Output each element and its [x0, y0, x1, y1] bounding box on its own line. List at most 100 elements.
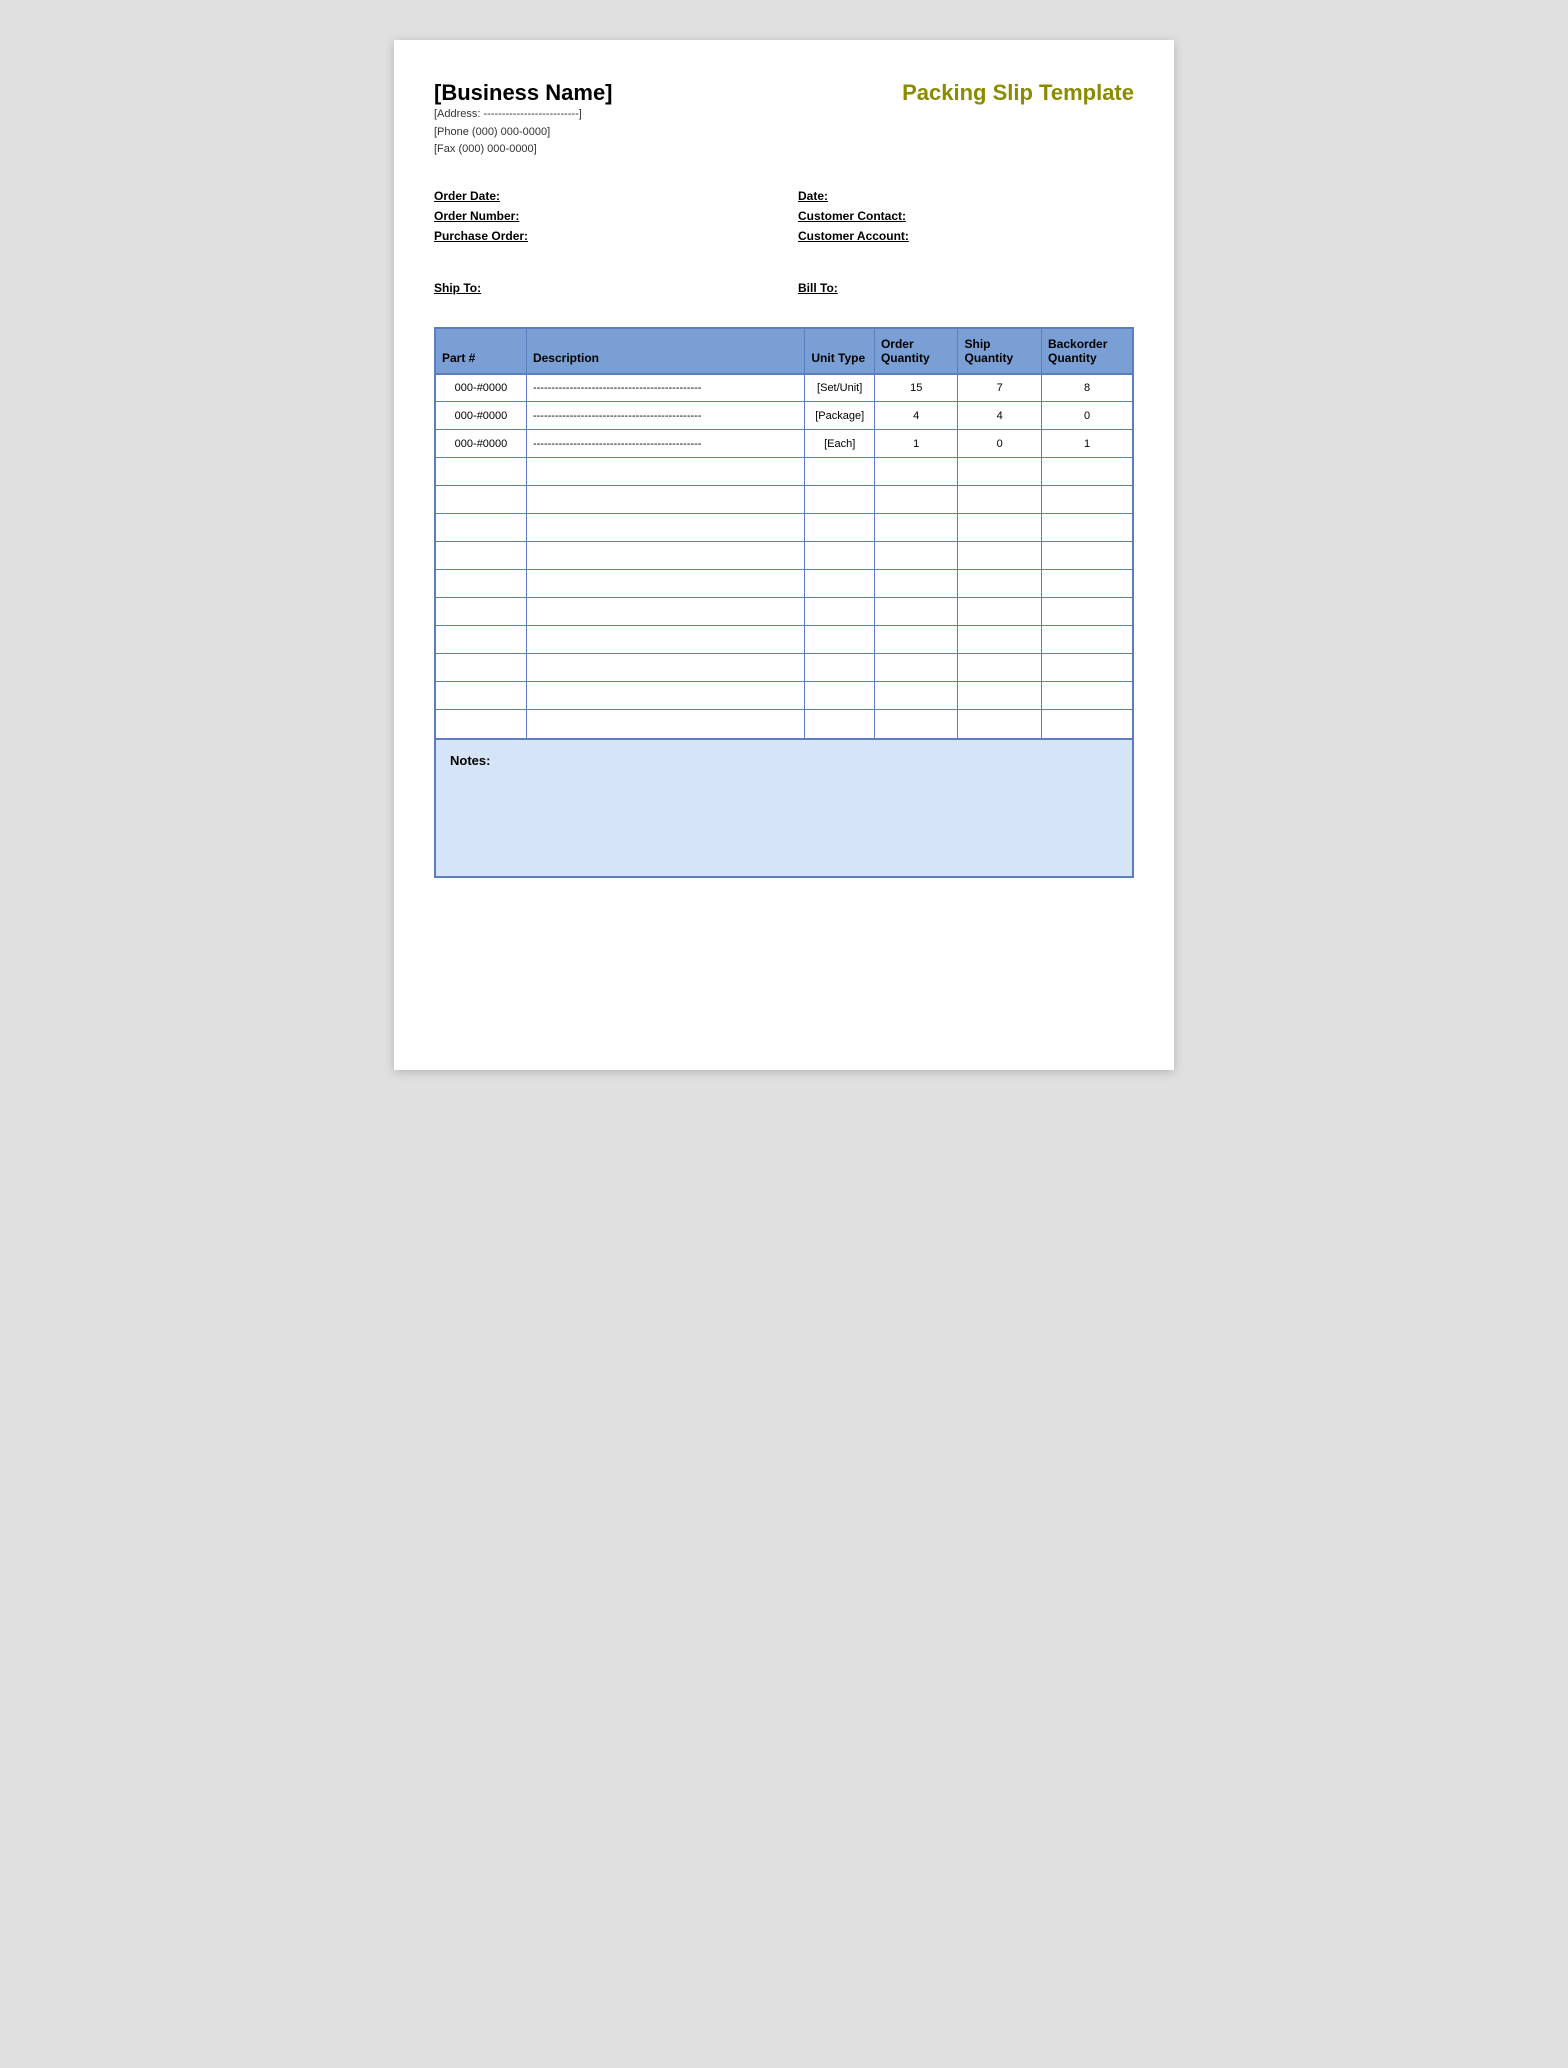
- cell-backorder-qty: [1042, 570, 1133, 598]
- cell-description: [526, 458, 804, 486]
- cell-backorder-qty: 0: [1042, 402, 1133, 430]
- purchase-order-label: Purchase Order:: [434, 229, 528, 243]
- cell-ship-qty: [958, 626, 1042, 654]
- table-row: 000-#0000 ------------------------------…: [436, 430, 1132, 458]
- cell-part: [436, 486, 526, 514]
- notes-label: Notes:: [450, 753, 490, 768]
- cell-description: ----------------------------------------…: [526, 402, 804, 430]
- cell-order-qty: [874, 626, 958, 654]
- order-number-label: Order Number:: [434, 209, 519, 223]
- cell-ship-qty: [958, 514, 1042, 542]
- cell-unit-type: [805, 682, 875, 710]
- col-header-description: Description: [526, 329, 804, 374]
- cell-unit-type: [805, 598, 875, 626]
- ship-to-col: Ship To:: [434, 279, 770, 297]
- cell-unit-type: [Set/Unit]: [805, 374, 875, 402]
- business-address: [Address: --------------------------]: [434, 106, 613, 124]
- cell-ship-qty: [958, 654, 1042, 682]
- cell-order-qty: [874, 514, 958, 542]
- page-title: Packing Slip Template: [902, 80, 1134, 106]
- cell-description: ----------------------------------------…: [526, 430, 804, 458]
- table-header-row: Part # Description Unit Type Order Quant…: [436, 329, 1132, 374]
- cell-part: [436, 654, 526, 682]
- cell-backorder-qty: [1042, 458, 1133, 486]
- cell-order-qty: 15: [874, 374, 958, 402]
- cell-ship-qty: [958, 598, 1042, 626]
- customer-account-row: Customer Account:: [798, 229, 1134, 243]
- cell-backorder-qty: [1042, 486, 1133, 514]
- cell-description: [526, 514, 804, 542]
- cell-description: [526, 654, 804, 682]
- cell-order-qty: [874, 682, 958, 710]
- table-row: [436, 458, 1132, 486]
- cell-part: 000-#0000: [436, 402, 526, 430]
- cell-part: 000-#0000: [436, 430, 526, 458]
- date-label: Date:: [798, 189, 828, 203]
- cell-part: 000-#0000: [436, 374, 526, 402]
- cell-part: [436, 458, 526, 486]
- business-info: [Business Name] [Address: --------------…: [434, 80, 613, 159]
- cell-unit-type: [805, 514, 875, 542]
- order-info-right: Date: Customer Contact: Customer Account…: [798, 189, 1134, 249]
- table-row: 000-#0000 ------------------------------…: [436, 402, 1132, 430]
- table-row: [436, 710, 1132, 738]
- table-row: [436, 598, 1132, 626]
- col-header-backorder-qty: Backorder Quantity: [1042, 329, 1133, 374]
- purchase-order-row: Purchase Order:: [434, 229, 770, 243]
- cell-order-qty: 4: [874, 402, 958, 430]
- cell-description: [526, 598, 804, 626]
- table-row: [436, 514, 1132, 542]
- cell-ship-qty: [958, 682, 1042, 710]
- cell-order-qty: [874, 598, 958, 626]
- cell-backorder-qty: [1042, 514, 1133, 542]
- table-row: [436, 654, 1132, 682]
- col-header-unit-type: Unit Type: [805, 329, 875, 374]
- cell-unit-type: [Package]: [805, 402, 875, 430]
- order-date-label: Order Date:: [434, 189, 500, 203]
- cell-backorder-qty: [1042, 654, 1133, 682]
- table-row: [436, 682, 1132, 710]
- col-header-part: Part #: [436, 329, 526, 374]
- table-body: 000-#0000 ------------------------------…: [436, 374, 1132, 738]
- cell-unit-type: [Each]: [805, 430, 875, 458]
- cell-part: [436, 682, 526, 710]
- notes-section: Notes:: [434, 738, 1134, 878]
- cell-unit-type: [805, 654, 875, 682]
- cell-backorder-qty: [1042, 626, 1133, 654]
- cell-ship-qty: 0: [958, 430, 1042, 458]
- table-row: [436, 570, 1132, 598]
- customer-contact-row: Customer Contact:: [798, 209, 1134, 223]
- order-info-left: Order Date: Order Number: Purchase Order…: [434, 189, 770, 249]
- cell-backorder-qty: [1042, 598, 1133, 626]
- cell-order-qty: [874, 458, 958, 486]
- cell-ship-qty: [958, 570, 1042, 598]
- cell-ship-qty: [958, 486, 1042, 514]
- cell-order-qty: [874, 486, 958, 514]
- cell-backorder-qty: 1: [1042, 430, 1133, 458]
- cell-part: [436, 598, 526, 626]
- table-row: [436, 626, 1132, 654]
- cell-description: [526, 486, 804, 514]
- cell-backorder-qty: [1042, 710, 1133, 738]
- cell-ship-qty: [958, 542, 1042, 570]
- cell-part: [436, 542, 526, 570]
- customer-contact-label: Customer Contact:: [798, 209, 906, 223]
- cell-ship-qty: [958, 710, 1042, 738]
- cell-order-qty: [874, 570, 958, 598]
- cell-unit-type: [805, 570, 875, 598]
- order-number-row: Order Number:: [434, 209, 770, 223]
- cell-description: ----------------------------------------…: [526, 374, 804, 402]
- bill-to-col: Bill To:: [798, 279, 1134, 297]
- cell-backorder-qty: [1042, 682, 1133, 710]
- date-row: Date:: [798, 189, 1134, 203]
- packing-table: Part # Description Unit Type Order Quant…: [436, 329, 1132, 738]
- table-row: [436, 486, 1132, 514]
- cell-description: [526, 710, 804, 738]
- cell-unit-type: [805, 542, 875, 570]
- col-header-order-qty: Order Quantity: [874, 329, 958, 374]
- cell-order-qty: [874, 710, 958, 738]
- cell-part: [436, 514, 526, 542]
- order-date-row: Order Date:: [434, 189, 770, 203]
- cell-description: [526, 542, 804, 570]
- ship-to-label: Ship To:: [434, 281, 481, 295]
